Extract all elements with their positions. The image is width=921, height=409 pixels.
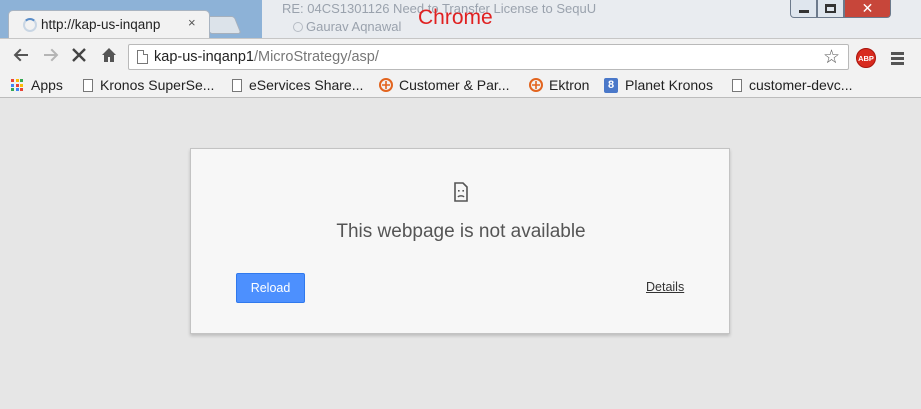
tab-close-icon[interactable]: × — [188, 15, 196, 30]
bookmark-label: Apps — [31, 77, 63, 93]
bookmark-label: Customer & Par... — [399, 77, 510, 93]
bookmark-label: Ektron — [549, 77, 590, 93]
bookmark-planet-kronos[interactable]: 8 Planet Kronos — [604, 76, 713, 94]
home-icon[interactable] — [98, 44, 120, 66]
title-bar: RE: 04CS1301126 Need to Transfer License… — [0, 0, 921, 38]
bookmark-ektron[interactable]: Ektron — [529, 76, 589, 94]
bookmark-label: eServices Share... — [249, 77, 364, 93]
page-icon — [83, 78, 93, 92]
tab-title: http://kap-us-inqanp — [41, 17, 161, 32]
background-window-sender: Gaurav Aqnawal — [292, 19, 402, 34]
close-icon: ✕ — [861, 0, 874, 16]
bookmark-label: customer-devc... — [749, 77, 853, 93]
close-window-button[interactable]: ✕ — [844, 0, 891, 18]
page-icon — [137, 50, 148, 64]
bookmark-label: Planet Kronos — [625, 77, 713, 93]
forward-arrow-icon[interactable] — [40, 44, 62, 66]
window-controls: ✕ — [790, 0, 891, 20]
ektron-icon — [379, 78, 393, 92]
url-text[interactable]: kap-us-inqanp1/MicroStrategy/asp/ — [154, 49, 379, 65]
planet-kronos-icon: 8 — [604, 77, 618, 93]
details-link[interactable]: Details — [646, 280, 684, 294]
browser-toolbar: kap-us-inqanp1/MicroStrategy/asp/ ☆ ABP — [0, 38, 921, 72]
minimize-button[interactable] — [790, 0, 817, 18]
bookmark-kronos-superse[interactable]: Kronos SuperSe... — [83, 76, 214, 94]
bookmark-customer-devc[interactable]: customer-devc... — [732, 76, 852, 94]
bookmark-customer-par[interactable]: Customer & Par... — [379, 76, 509, 94]
stop-loading-icon[interactable] — [68, 44, 90, 66]
reload-button[interactable]: Reload — [236, 273, 305, 303]
back-arrow-icon[interactable] — [10, 44, 32, 66]
minimize-icon — [798, 10, 809, 13]
sad-page-icon — [454, 182, 468, 202]
tab-active[interactable]: http://kap-us-inqanp × — [8, 10, 210, 38]
maximize-icon — [825, 4, 836, 13]
apps-grid-icon — [11, 79, 23, 91]
maximize-button[interactable] — [817, 0, 844, 18]
hamburger-menu-icon[interactable] — [891, 52, 904, 67]
address-bar[interactable]: kap-us-inqanp1/MicroStrategy/asp/ ☆ — [128, 44, 849, 70]
bookmark-apps[interactable]: Apps — [11, 76, 63, 94]
error-card: This webpage is not available Reload Det… — [190, 148, 730, 334]
loading-spinner-icon — [23, 18, 37, 32]
error-title: This webpage is not available — [336, 221, 586, 242]
adblock-plus-icon[interactable]: ABP — [856, 48, 876, 68]
page-icon — [732, 78, 742, 92]
bookmark-eservices-share[interactable]: eServices Share... — [232, 76, 363, 94]
ektron-icon — [529, 78, 543, 92]
bookmark-label: Kronos SuperSe... — [100, 77, 215, 93]
chrome-annotation-label: Chrome — [418, 6, 493, 29]
page-icon — [232, 78, 242, 92]
bookmark-star-icon[interactable]: ☆ — [823, 46, 840, 69]
bookmarks-bar: Apps Kronos SuperSe... eServices Share..… — [0, 72, 921, 98]
